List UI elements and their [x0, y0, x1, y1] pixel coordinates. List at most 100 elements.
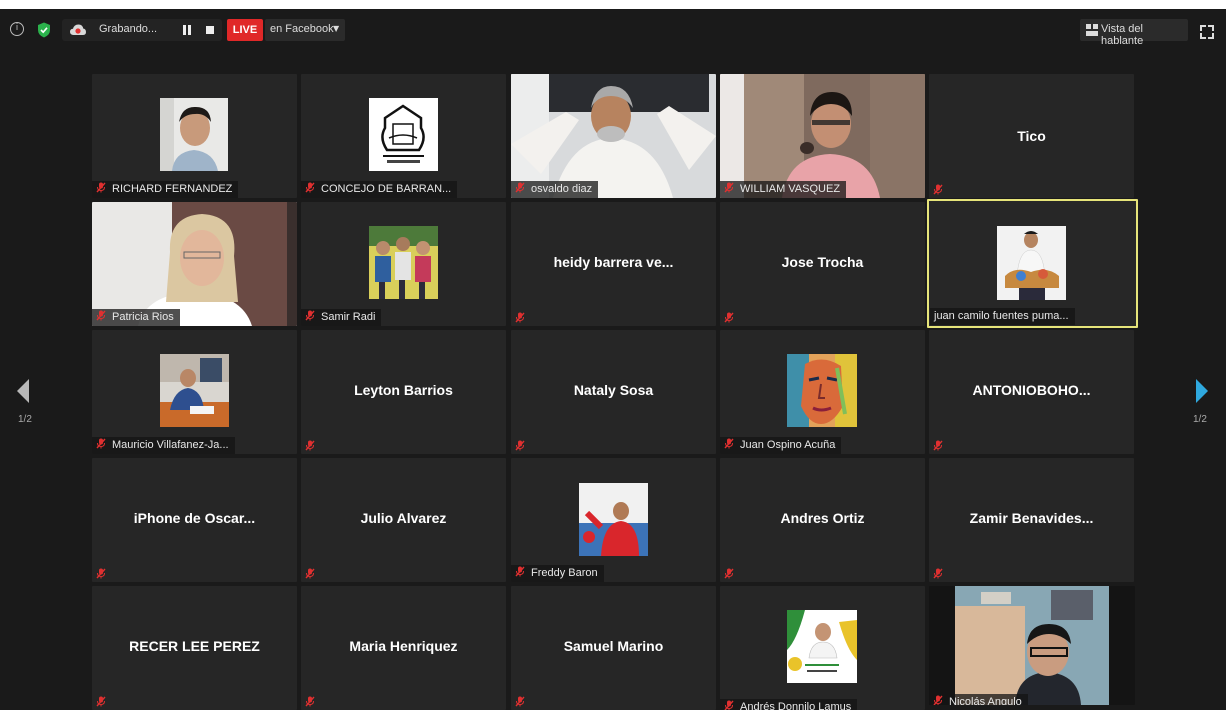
muted-mic-icon	[724, 312, 734, 323]
participant-name-text: iPhone de Oscar...	[133, 510, 256, 526]
meeting-topbar: i Grabando... LIVE en Facebook ▼ Vista d…	[0, 12, 1226, 50]
participant-avatar	[160, 354, 229, 427]
recording-status-label: Grabando...	[99, 23, 158, 35]
muted-mic-icon	[933, 695, 943, 705]
muted-mic-icon	[96, 182, 106, 193]
participant-name-text: heidy barrera ve...	[553, 254, 674, 270]
muted-mic-icon	[305, 440, 315, 451]
participant-tile[interactable]: Nicolás Angulo	[929, 586, 1135, 705]
participant-tile[interactable]: iPhone de Oscar...	[92, 458, 297, 582]
pause-recording-icon[interactable]	[183, 25, 191, 35]
muted-mic-icon	[515, 312, 525, 323]
participant-tile[interactable]: Patricia Rios	[92, 202, 297, 326]
muted-mic-icon	[96, 568, 106, 579]
participant-avatar	[997, 226, 1066, 300]
participant-name-label: WILLIAM VASQUEZ	[720, 181, 847, 198]
next-page-indicator: 1/2	[1193, 414, 1207, 425]
muted-mic-icon	[305, 182, 315, 193]
participant-tile[interactable]: ANTONIOBOHO...	[929, 330, 1134, 454]
previous-page-arrow-icon[interactable]	[14, 378, 34, 404]
participant-tile[interactable]: Freddy Baron	[511, 458, 716, 582]
participant-tile[interactable]: Julio Alvarez	[301, 458, 506, 582]
participant-tile[interactable]: Leyton Barrios	[301, 330, 506, 454]
speaker-view-label: Vista del hablante	[1101, 23, 1144, 47]
prev-page-indicator: 1/2	[18, 414, 32, 425]
muted-mic-icon	[305, 568, 315, 579]
participant-name-text: Andres Ortiz	[780, 510, 865, 526]
window-top-divider	[0, 9, 1226, 11]
participant-video	[955, 586, 1109, 705]
participant-tile[interactable]: Andres Ortiz	[720, 458, 925, 582]
participant-tile[interactable]: CONCEJO DE BARRAN...	[301, 74, 506, 198]
participant-tile[interactable]: Maria Henriquez	[301, 586, 506, 710]
muted-mic-icon	[933, 568, 943, 579]
participant-avatar	[787, 610, 857, 683]
participant-tile[interactable]: Zamir Benavides...	[929, 458, 1134, 582]
cloud-recording-icon	[70, 24, 86, 35]
participant-tile[interactable]: Andrés Donnilo Lamus	[720, 586, 925, 710]
participant-name-label: RICHARD FERNANDEZ	[92, 181, 239, 198]
shield-check-icon[interactable]	[37, 22, 51, 38]
next-page-arrow-icon[interactable]	[1192, 378, 1212, 404]
participant-tile[interactable]: WILLIAM VASQUEZ	[720, 74, 925, 198]
participant-video	[720, 74, 925, 198]
muted-mic-icon	[515, 696, 525, 707]
participant-name-text: Samuel Marino	[563, 638, 664, 654]
muted-mic-icon	[933, 184, 943, 195]
participant-name-text: Zamir Benavides...	[969, 510, 1094, 526]
live-badge[interactable]: LIVE	[227, 19, 263, 41]
participant-tile[interactable]: Juan Ospino Acuña	[720, 330, 925, 454]
participant-name-label: Samir Radi	[301, 309, 382, 326]
recording-controls: Grabando...	[62, 19, 222, 41]
active-speaker-tile[interactable]: juan camilo fuentes puma...	[927, 199, 1138, 328]
participant-name-label: CONCEJO DE BARRAN...	[301, 181, 458, 198]
live-stream-label: en Facebook	[270, 23, 334, 35]
muted-mic-icon	[96, 438, 106, 449]
participant-name-text: Nataly Sosa	[573, 382, 654, 398]
muted-mic-icon	[305, 310, 315, 321]
participant-tile[interactable]: Samuel Marino	[511, 586, 716, 710]
muted-mic-icon	[724, 700, 734, 710]
participant-video	[511, 74, 716, 198]
participant-tile[interactable]: Nataly Sosa	[511, 330, 716, 454]
participant-video	[92, 202, 297, 326]
participant-name-text: Tico	[1017, 128, 1046, 144]
muted-mic-icon	[96, 696, 106, 707]
muted-mic-icon	[724, 568, 734, 579]
participant-tile[interactable]: Samir Radi	[301, 202, 506, 326]
participant-name-text: RECER LEE PEREZ	[129, 638, 260, 654]
muted-mic-icon	[724, 438, 734, 449]
live-stream-dropdown[interactable]: en Facebook ▼	[265, 19, 345, 41]
participant-name-label: Nicolás Angulo	[929, 694, 1028, 705]
participant-name-label: Juan Ospino Acuña	[720, 437, 842, 454]
participant-tile[interactable]: osvaldo diaz	[511, 74, 716, 198]
participant-name-text: Leyton Barrios	[354, 382, 453, 398]
stop-recording-icon[interactable]	[206, 26, 214, 34]
participant-name-label: Patricia Rios	[92, 309, 180, 326]
participant-name-label: osvaldo diaz	[511, 181, 599, 198]
fullscreen-icon[interactable]	[1200, 25, 1214, 39]
gallery-grid-icon	[1086, 24, 1098, 36]
chevron-down-icon: ▼	[333, 24, 340, 33]
info-icon[interactable]: i	[10, 22, 24, 36]
participant-tile[interactable]: RICHARD FERNANDEZ	[92, 74, 297, 198]
participant-tile[interactable]: Mauricio Villafanez-Ja...	[92, 330, 297, 454]
participant-tile[interactable]: Tico	[929, 74, 1134, 198]
participant-name-text: Jose Trocha	[781, 254, 864, 270]
participant-name-text: Julio Alvarez	[360, 510, 447, 526]
speaker-view-button[interactable]: Vista del hablante	[1080, 19, 1188, 47]
participant-tile[interactable]: heidy barrera ve...	[511, 202, 716, 326]
participant-name-text: Maria Henriquez	[349, 638, 458, 654]
participant-avatar	[787, 354, 857, 427]
participant-name-label: Mauricio Villafanez-Ja...	[92, 437, 235, 454]
participant-avatar	[369, 226, 438, 299]
participant-name-text: ANTONIOBOHO...	[972, 382, 1091, 398]
participant-avatar	[160, 98, 228, 171]
muted-mic-icon	[515, 182, 525, 193]
participant-avatar	[579, 483, 648, 556]
muted-mic-icon	[305, 696, 315, 707]
muted-mic-icon	[933, 440, 943, 451]
concejo-logo	[369, 98, 438, 171]
participant-tile[interactable]: RECER LEE PEREZ	[92, 586, 297, 710]
participant-tile[interactable]: Jose Trocha	[720, 202, 925, 326]
